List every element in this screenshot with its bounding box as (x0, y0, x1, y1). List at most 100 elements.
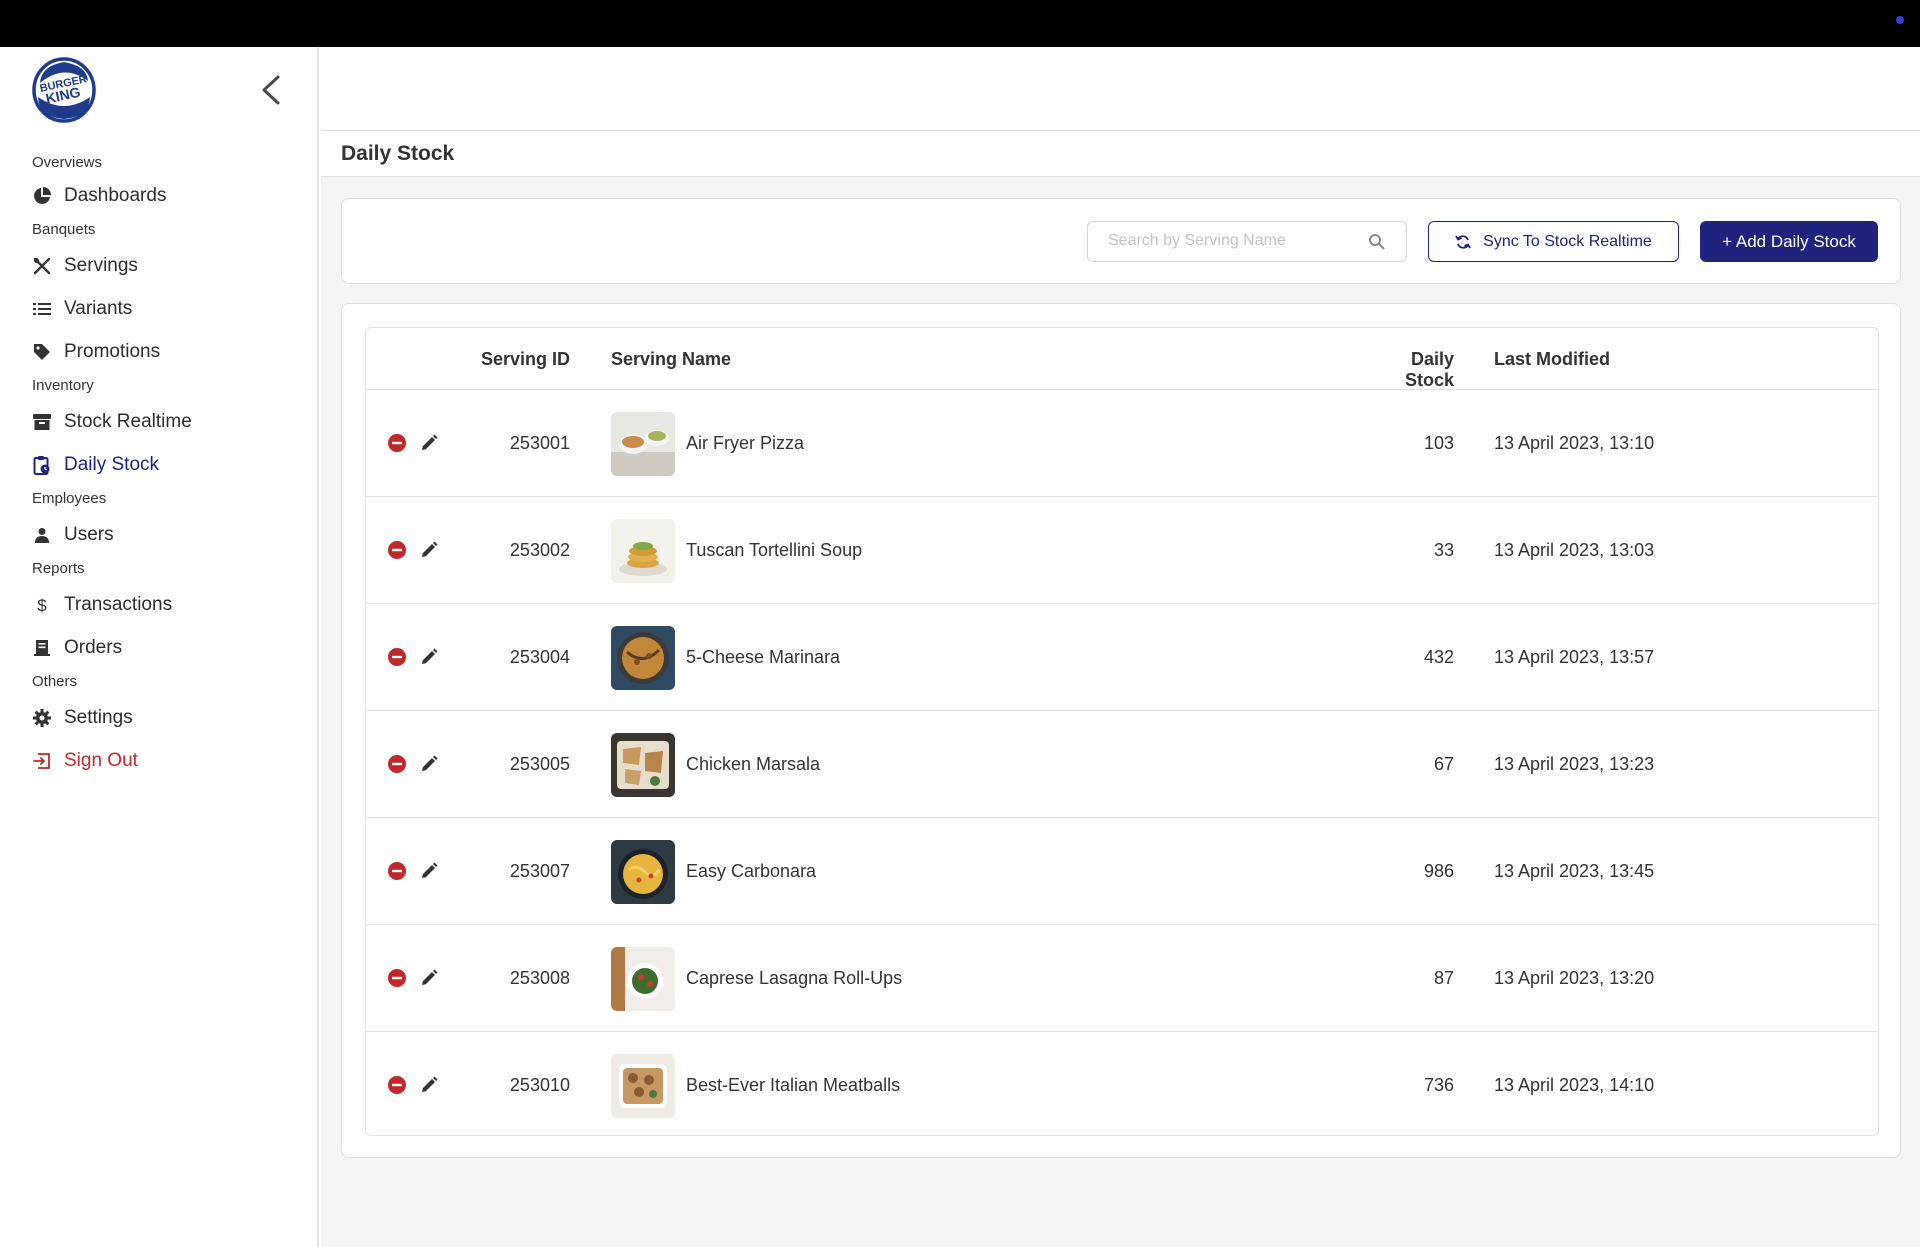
serving-name-cell: Caprese Lasagna Roll-Ups (686, 968, 903, 988)
table-row[interactable]: 253004 5-Cheese Marinara 432 13 April 20… (366, 604, 1878, 711)
sidebar-item-label: Dashboards (64, 185, 167, 206)
delete-icon[interactable] (388, 1076, 406, 1094)
delete-icon[interactable] (388, 755, 406, 773)
burger-king-logo[interactable]: BURGER KING (31, 57, 97, 123)
status-dot (1896, 16, 1904, 24)
serving-name-cell: Best-Ever Italian Meatballs (686, 1075, 901, 1095)
delete-icon[interactable] (388, 434, 406, 452)
last-modified-cell: 13 April 2023, 13:57 (1494, 647, 1655, 667)
sidebar-item-promotions[interactable]: Promotions (0, 332, 319, 372)
sidebar-item-dashboards[interactable]: Dashboards (0, 176, 319, 216)
sync-stock-button[interactable]: Sync To Stock Realtime (1428, 221, 1679, 262)
serving-thumbnail (611, 840, 675, 904)
sidebar-item-sign-out[interactable]: Sign Out (0, 741, 319, 781)
table-row[interactable]: 253005 Chicken Marsala 67 13 April 2023,… (366, 711, 1878, 818)
table-row[interactable]: 253002 Tuscan Tortellini Soup 33 13 Apri… (366, 497, 1878, 604)
section-banquets: Banquets (32, 221, 96, 238)
edit-pencil-icon[interactable] (420, 969, 438, 987)
sidebar-item-servings[interactable]: Servings (0, 246, 319, 286)
edit-pencil-icon[interactable] (420, 755, 438, 773)
section-reports: Reports (32, 560, 85, 577)
table-row[interactable]: 253001 Air Fryer Pizza 103 13 April 2023… (366, 390, 1878, 497)
serving-thumbnail (611, 1054, 675, 1118)
search-icon[interactable] (1368, 233, 1386, 251)
tag-icon (32, 342, 52, 362)
serving-name-cell: Chicken Marsala (686, 754, 821, 774)
header-daily-stock[interactable]: Daily Stock (1366, 349, 1454, 391)
sidebar-item-label: Stock Realtime (64, 411, 192, 432)
daily-stock-cell: 87 (1433, 968, 1454, 988)
daily-stock-cell: 432 (1423, 647, 1454, 667)
serving-id-cell: 253001 (509, 433, 570, 453)
serving-thumbnail (611, 626, 675, 690)
last-modified-cell: 13 April 2023, 13:20 (1494, 968, 1655, 988)
table-card: Serving ID Serving Name Daily Stock Last… (341, 303, 1901, 1158)
list-icon (32, 299, 52, 319)
edit-pencil-icon[interactable] (420, 541, 438, 559)
serving-thumbnail (611, 412, 675, 476)
sidebar-item-daily-stock[interactable]: Daily Stock (0, 445, 319, 485)
sign-out-icon (32, 751, 52, 771)
delete-icon[interactable] (388, 862, 406, 880)
last-modified-cell: 13 April 2023, 13:45 (1494, 861, 1655, 881)
sync-icon (1455, 234, 1471, 249)
daily-stock-cell: 736 (1423, 1075, 1454, 1095)
edit-pencil-icon[interactable] (420, 434, 438, 452)
utensils-icon (32, 256, 52, 276)
delete-icon[interactable] (388, 969, 406, 987)
last-modified-cell: 13 April 2023, 14:10 (1494, 1075, 1655, 1095)
serving-name-cell: Air Fryer Pizza (686, 433, 805, 453)
clipboard-clock-icon (32, 455, 52, 475)
sidebar-item-label: Users (64, 524, 114, 545)
last-modified-cell: 13 April 2023, 13:23 (1494, 754, 1655, 774)
last-modified-cell: 13 April 2023, 13:10 (1494, 433, 1655, 453)
header-serving-id[interactable]: Serving ID (466, 349, 570, 370)
receipt-icon (32, 638, 52, 658)
header-serving-name[interactable]: Serving Name (611, 349, 731, 370)
table-row[interactable]: 253010 Best-Ever Italian Meatballs 736 1… (366, 1032, 1878, 1135)
toolbar-card: Sync To Stock Realtime + Add Daily Stock (341, 198, 1901, 284)
sidebar-item-orders[interactable]: Orders (0, 628, 319, 668)
archive-icon (32, 412, 52, 432)
collapse-sidebar-icon[interactable] (256, 73, 286, 107)
add-daily-stock-button[interactable]: + Add Daily Stock (1700, 221, 1878, 262)
last-modified-cell: 13 April 2023, 13:03 (1494, 540, 1655, 560)
sync-button-label: Sync To Stock Realtime (1483, 232, 1652, 250)
main-content: Daily Stock Sync To Stock Realtime + Add… (321, 47, 1920, 1247)
sidebar-item-stock-realtime[interactable]: Stock Realtime (0, 402, 319, 442)
edit-pencil-icon[interactable] (420, 648, 438, 666)
sidebar-item-label: Sign Out (64, 750, 138, 771)
table-row[interactable]: 253007 Easy Carbonara 986 13 April 2023,… (366, 818, 1878, 925)
dollar-icon: $ (32, 595, 52, 615)
sidebar-item-label: Settings (64, 707, 133, 728)
table-row[interactable]: 253008 Caprese Lasagna Roll-Ups 87 13 Ap… (366, 925, 1878, 1032)
serving-name-cell: Tuscan Tortellini Soup (686, 540, 863, 560)
delete-icon[interactable] (388, 648, 406, 666)
page-title: Daily Stock (341, 142, 455, 165)
sidebar-item-label: Transactions (64, 594, 173, 615)
sidebar-item-settings[interactable]: Settings (0, 698, 319, 738)
serving-name-cell: 5-Cheese Marinara (686, 647, 841, 667)
daily-stock-cell: 67 (1433, 754, 1454, 774)
search-box (1087, 221, 1407, 262)
serving-thumbnail (611, 519, 675, 583)
edit-pencil-icon[interactable] (420, 862, 438, 880)
edit-pencil-icon[interactable] (420, 1076, 438, 1094)
sidebar-item-transactions[interactable]: $ Transactions (0, 585, 319, 625)
system-top-bar (0, 0, 1920, 47)
sidebar-item-label: Servings (64, 255, 138, 276)
app-header (321, 47, 1920, 131)
search-input[interactable] (1108, 232, 1358, 250)
daily-stock-table: Serving ID Serving Name Daily Stock Last… (365, 327, 1879, 1136)
header-last-modified[interactable]: Last Modified (1494, 349, 1610, 370)
sidebar-item-label: Promotions (64, 341, 161, 362)
serving-id-cell: 253008 (509, 968, 570, 988)
delete-icon[interactable] (388, 541, 406, 559)
daily-stock-cell: 33 (1433, 540, 1454, 560)
sidebar-item-users[interactable]: Users (0, 515, 319, 555)
serving-thumbnail (611, 733, 675, 797)
sidebar-item-variants[interactable]: Variants (0, 289, 319, 329)
sidebar: BURGER KING Overviews Dashboards Banquet… (0, 47, 319, 1247)
serving-id-cell: 253007 (509, 861, 570, 881)
daily-stock-cell: 986 (1423, 861, 1454, 881)
